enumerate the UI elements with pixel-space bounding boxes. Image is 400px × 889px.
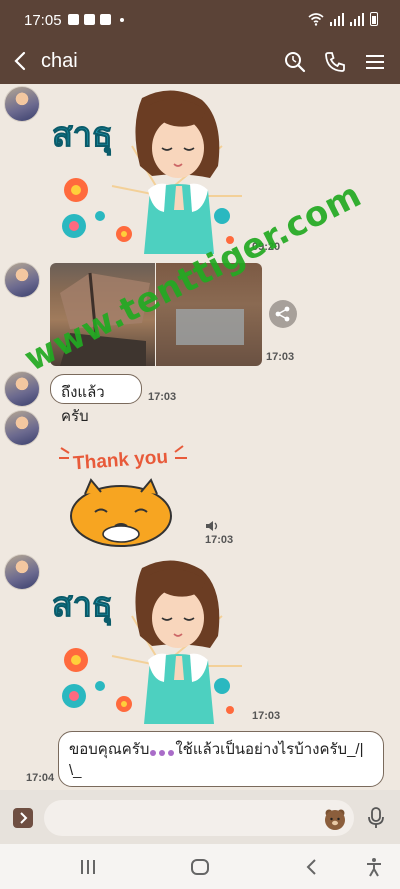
message-text: ใช้แล้วเป็นอย่างไรบ้างครับ_/| <box>175 741 364 758</box>
sound-icon[interactable] <box>205 520 219 532</box>
sathu-sticker[interactable]: สาธุ <box>52 86 252 254</box>
avatar[interactable] <box>4 410 40 446</box>
chevron-right-icon <box>20 812 28 824</box>
shop-icon <box>84 14 95 25</box>
chat-header: chai <box>0 40 400 84</box>
accessibility-icon[interactable] <box>364 857 384 877</box>
notification-icons <box>68 14 124 25</box>
message-text: ถึงแล้วครับ <box>61 384 105 425</box>
avatar[interactable] <box>4 554 40 590</box>
signal-icon <box>330 12 344 26</box>
chat-title[interactable]: chai <box>41 50 78 73</box>
microphone-icon[interactable] <box>366 806 386 830</box>
phone-icon[interactable] <box>323 50 347 74</box>
share-icon <box>275 306 290 322</box>
tent-window-image <box>176 309 244 345</box>
sticker-icon[interactable] <box>323 807 347 831</box>
system-icons <box>308 12 378 26</box>
back-arrow-icon[interactable] <box>10 49 32 73</box>
battery-icon <box>370 12 378 26</box>
message-text: ขอบคุณครับ <box>69 741 150 758</box>
sticker-text: Thank you <box>72 447 168 475</box>
message-time: 17:03 <box>266 351 295 363</box>
search-icon[interactable] <box>283 50 307 74</box>
avatar[interactable] <box>4 86 40 122</box>
home-icon[interactable] <box>190 857 210 877</box>
wifi-icon <box>308 13 324 26</box>
signal-icon <box>350 12 364 26</box>
avatar[interactable] <box>4 262 40 298</box>
sticker-text: สาธุ <box>52 586 113 626</box>
youtube-icon <box>100 14 111 25</box>
sathu-sticker[interactable]: สาธุ <box>52 556 252 724</box>
sticker-text: สาธุ <box>52 116 113 156</box>
thai-laugh-emoji-icon <box>150 750 175 756</box>
thank-you-sticker[interactable]: Thank you <box>55 440 190 548</box>
dot-icon <box>120 18 124 22</box>
message-bubble[interactable]: ขอบคุณครับ ใช้แล้วเป็นอย่างไรบ้างครับ_/|… <box>58 731 384 787</box>
message-input[interactable] <box>56 808 316 828</box>
menu-icon[interactable] <box>363 50 387 74</box>
message-time: 17:03 <box>205 534 234 546</box>
chat-area[interactable]: สาธุ 09:20 17:03 ถึงแล้วครับ 17:03 Thank… <box>0 84 400 790</box>
recent-apps-icon[interactable] <box>78 857 98 877</box>
share-button[interactable] <box>269 300 297 328</box>
gallery-icon <box>68 14 79 25</box>
message-text: \_ <box>69 762 82 779</box>
system-nav-bar <box>0 844 400 889</box>
status-time: 17:05 <box>24 12 62 29</box>
back-icon[interactable] <box>302 857 322 877</box>
status-bar: 17:05 <box>0 0 400 40</box>
message-time: 17:03 <box>252 710 281 722</box>
message-field[interactable] <box>44 800 354 836</box>
expand-button[interactable] <box>13 808 33 828</box>
message-time: 17:03 <box>148 391 177 403</box>
message-bubble[interactable]: ถึงแล้วครับ <box>50 374 142 425</box>
message-time: 17:04 <box>26 772 55 784</box>
message-input-bar <box>0 790 400 844</box>
